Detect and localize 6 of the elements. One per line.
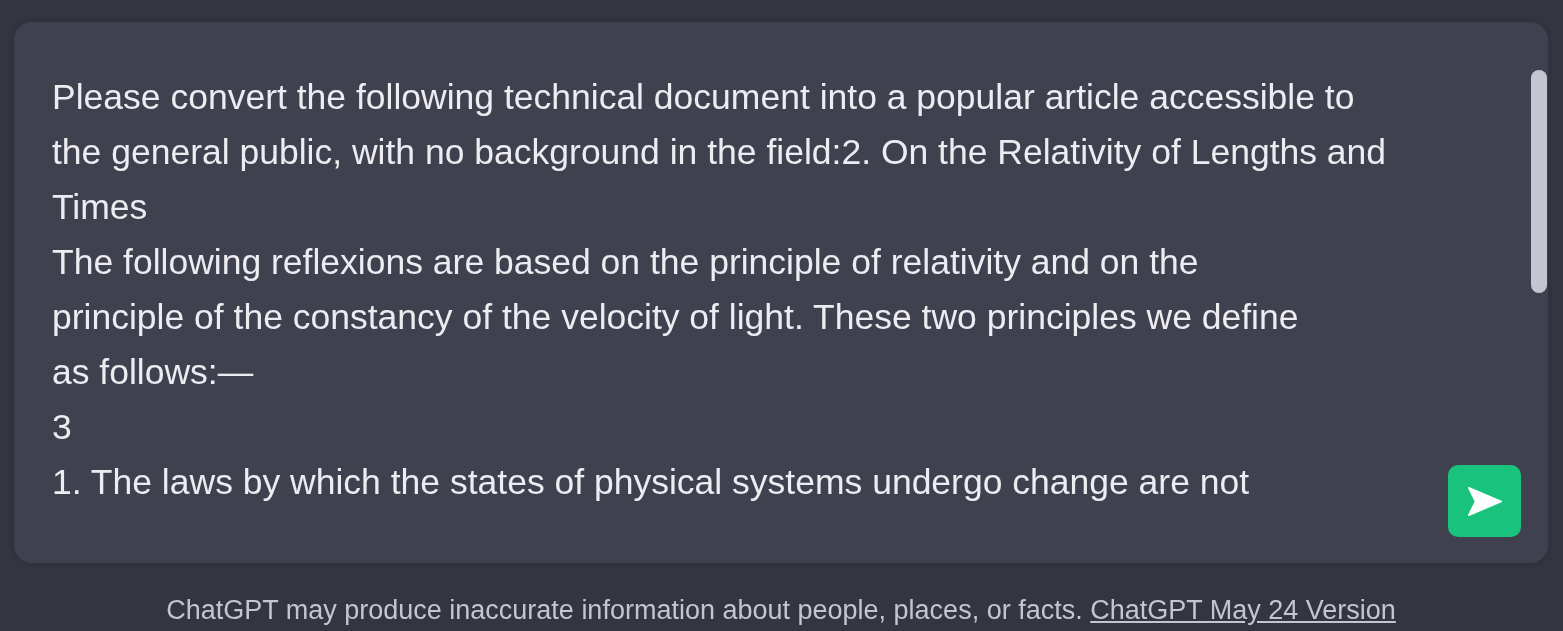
send-button[interactable] [1448, 465, 1521, 537]
version-link[interactable]: ChatGPT May 24 Version [1090, 595, 1396, 625]
footer-disclaimer: ChatGPT may produce inaccurate information about people, places, or facts. ChatGPT May 24 Version [165, 594, 1397, 627]
send-icon [1467, 486, 1502, 516]
message-field[interactable]: Please convert the following technical document into a popular article accessible to the general public, with no background in the field:2. On the Relativity of Lengths and Times The following reflexions are based on the principle of relativity and on the principle of the constancy of the velocity of light. These two principles we define as follows:— 3 1. The laws by which the states of physical systems undergo change are not [52, 70, 1440, 537]
scrollbar-thumb[interactable] [1531, 70, 1547, 293]
